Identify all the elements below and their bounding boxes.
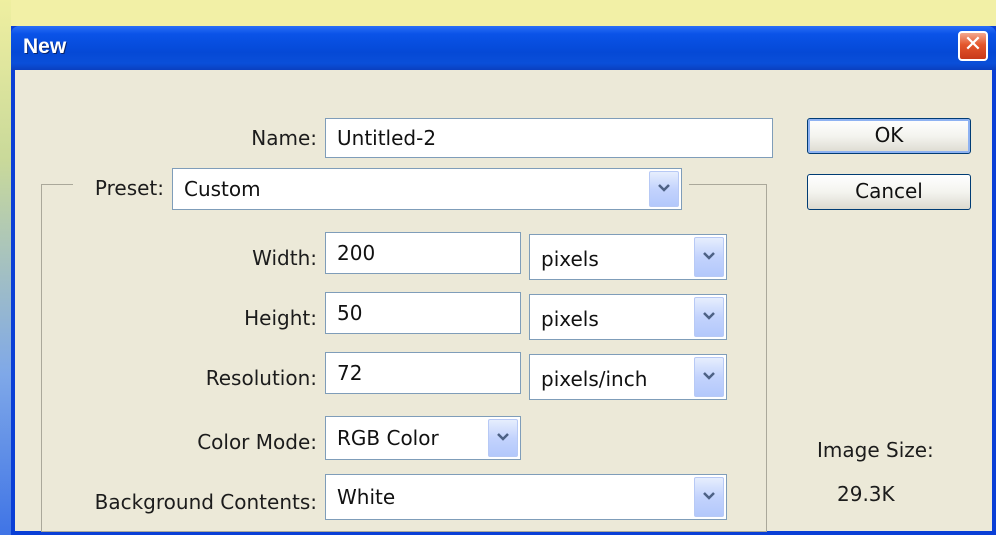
- chevron-down-icon: [658, 184, 670, 192]
- desktop-background: [0, 0, 11, 535]
- height-unit-dropdown-button[interactable]: [694, 297, 724, 337]
- dialog-body: Name: Untitled-2 OK Cancel Preset: Custo…: [15, 70, 992, 532]
- width-unit-value: pixels: [541, 247, 599, 271]
- resolution-label: Resolution:: [205, 366, 317, 390]
- image-size-label: Image Size:: [817, 438, 934, 462]
- chevron-down-icon: [703, 312, 715, 320]
- background-contents-select[interactable]: White: [325, 474, 727, 520]
- chevron-down-icon: [703, 372, 715, 380]
- width-unit-dropdown-button[interactable]: [694, 237, 724, 277]
- height-unit-value: pixels: [541, 307, 599, 331]
- cancel-button[interactable]: Cancel: [807, 174, 971, 210]
- resolution-unit-value: pixels/inch: [541, 367, 648, 391]
- preset-select[interactable]: Custom: [172, 168, 682, 210]
- image-size-value: 29.3K: [837, 482, 895, 506]
- preset-value: Custom: [184, 177, 261, 201]
- name-input[interactable]: Untitled-2: [325, 118, 773, 158]
- color-mode-value: RGB Color: [337, 426, 439, 450]
- width-unit-select[interactable]: pixels: [529, 234, 727, 280]
- height-unit-select[interactable]: pixels: [529, 294, 727, 340]
- resolution-unit-dropdown-button[interactable]: [694, 357, 724, 397]
- color-mode-dropdown-button[interactable]: [488, 419, 518, 457]
- resolution-input[interactable]: 72: [325, 352, 521, 394]
- chevron-down-icon: [703, 492, 715, 500]
- preset-dropdown-button[interactable]: [649, 171, 679, 207]
- title-bar[interactable]: New ✕: [11, 26, 996, 70]
- height-label: Height:: [244, 306, 317, 330]
- color-mode-label: Color Mode:: [197, 430, 317, 454]
- height-input[interactable]: 50: [325, 292, 521, 334]
- name-label: Name:: [251, 126, 317, 150]
- chevron-down-icon: [497, 433, 509, 441]
- close-button[interactable]: ✕: [958, 31, 988, 61]
- ok-button[interactable]: OK: [807, 118, 971, 154]
- background-contents-label: Background Contents:: [94, 490, 317, 514]
- new-document-dialog: New ✕ Name: Untitled-2 OK Cancel Preset:…: [11, 26, 996, 535]
- preset-label: Preset:: [94, 176, 164, 200]
- width-input[interactable]: 200: [325, 232, 521, 274]
- dialog-title: New: [23, 35, 67, 58]
- width-label: Width:: [252, 246, 317, 270]
- close-icon: ✕: [963, 32, 983, 57]
- chevron-down-icon: [703, 252, 715, 260]
- resolution-unit-select[interactable]: pixels/inch: [529, 354, 727, 400]
- background-contents-dropdown-button[interactable]: [694, 477, 724, 517]
- color-mode-select[interactable]: RGB Color: [325, 416, 521, 460]
- background-contents-value: White: [337, 485, 396, 509]
